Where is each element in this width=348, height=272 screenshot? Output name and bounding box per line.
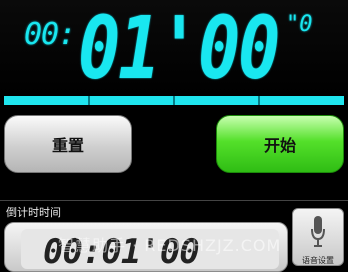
section-divider	[0, 200, 348, 201]
progress-tick	[173, 96, 175, 105]
timer-hours: 00:	[24, 17, 76, 52]
start-button[interactable]: 开始	[216, 115, 344, 173]
progress-tick	[258, 96, 260, 105]
progress-tick	[88, 96, 90, 105]
progress-bar	[4, 96, 344, 105]
timer-display: 00: 01'00 "0	[0, 0, 348, 96]
voice-settings-label: 语音设置	[302, 256, 334, 265]
timer-minutes-seconds: 01'00	[78, 0, 280, 99]
microphone-icon	[311, 216, 325, 247]
watermark: 智慧助手 · REDSHZJZ.COM	[58, 236, 282, 255]
reset-button[interactable]: 重置	[4, 115, 132, 173]
voice-settings-button[interactable]: 语音设置	[292, 208, 344, 266]
timer-tenths: "0	[286, 12, 313, 37]
countdown-section-title: 倒计时时间	[6, 206, 61, 219]
